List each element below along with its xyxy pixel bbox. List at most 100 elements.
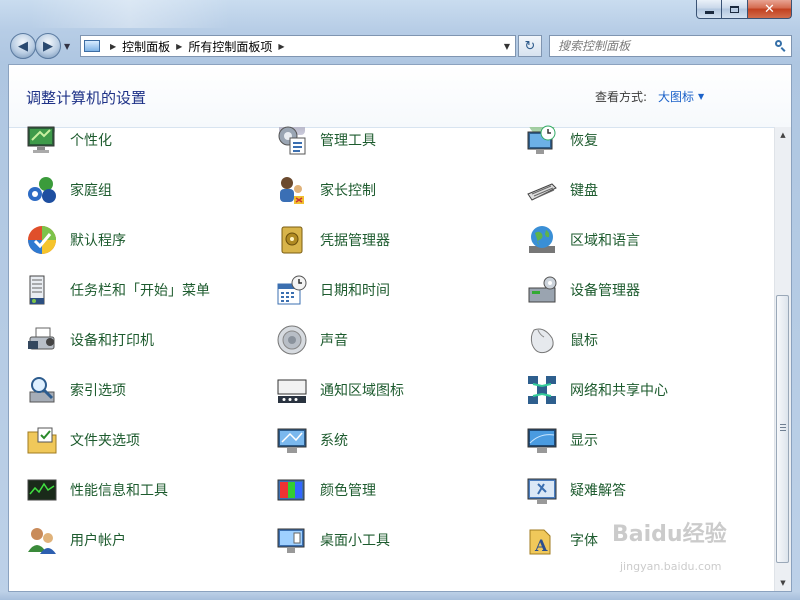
control-panel-item-label[interactable]: 设备和打印机	[70, 330, 154, 350]
search-icon[interactable]	[775, 40, 787, 52]
control-panel-item-label[interactable]: 家长控制	[320, 180, 376, 200]
indexing-options-icon[interactable]	[26, 374, 58, 406]
mouse-icon[interactable]	[526, 324, 558, 356]
control-panel-item-label[interactable]: 系统	[320, 430, 348, 450]
control-panel-item[interactable]: 显示	[526, 415, 766, 465]
control-panel-item-label[interactable]: 恢复	[570, 130, 598, 150]
control-panel-item-label[interactable]: 字体	[570, 530, 598, 550]
control-panel-item-label[interactable]: 通知区域图标	[320, 380, 404, 400]
network-sharing-icon[interactable]	[526, 374, 558, 406]
control-panel-item[interactable]: 日期和时间	[276, 265, 526, 315]
control-panel-item-label[interactable]: 键盘	[570, 180, 598, 200]
control-panel-item[interactable]: 桌面小工具	[276, 515, 526, 565]
display-icon[interactable]	[526, 424, 558, 456]
control-panel-item-label[interactable]: 桌面小工具	[320, 530, 390, 550]
control-panel-item[interactable]: 管理工具	[276, 115, 526, 165]
control-panel-item-label[interactable]: 凭据管理器	[320, 230, 390, 250]
search-input[interactable]	[558, 39, 768, 53]
control-panel-item-label[interactable]: 显示	[570, 430, 598, 450]
control-panel-item-label[interactable]: 索引选项	[70, 380, 126, 400]
control-panel-item-label[interactable]: 默认程序	[70, 230, 126, 250]
date-time-icon[interactable]	[276, 274, 308, 306]
view-mode-value[interactable]: 大图标	[658, 88, 694, 105]
admin-tools-icon[interactable]	[276, 124, 308, 156]
personalization-icon[interactable]	[26, 124, 58, 156]
chevron-down-icon[interactable]: ▼	[698, 92, 704, 101]
region-language-icon[interactable]	[526, 224, 558, 256]
address-bar[interactable]: ▶ 控制面板 ▶ 所有控制面板项 ▶ ▼	[80, 35, 516, 57]
control-panel-item[interactable]: 恢复	[526, 115, 766, 165]
control-panel-item-label[interactable]: 用户帐户	[70, 530, 126, 550]
scroll-up-icon[interactable]: ▲	[775, 127, 791, 143]
control-panel-item-label[interactable]: 区域和语言	[570, 230, 640, 250]
control-panel-item[interactable]: 区域和语言	[526, 215, 766, 265]
performance-icon[interactable]	[26, 474, 58, 506]
control-panel-item[interactable]: 疑难解答	[526, 465, 766, 515]
recent-pages-dropdown[interactable]: ▼	[64, 42, 70, 51]
breadcrumb-all-items[interactable]: 所有控制面板项	[188, 38, 272, 55]
control-panel-item[interactable]: 个性化	[26, 115, 276, 165]
refresh-button[interactable]: ↻	[518, 35, 542, 57]
control-panel-item-label[interactable]: 颜色管理	[320, 480, 376, 500]
user-accounts-icon[interactable]	[26, 524, 58, 556]
control-panel-item[interactable]: 用户帐户	[26, 515, 276, 565]
vertical-scrollbar[interactable]: ▲ ▼	[774, 127, 791, 591]
breadcrumb-separator-icon[interactable]: ▶	[278, 42, 284, 51]
desktop-gadgets-icon[interactable]	[276, 524, 308, 556]
control-panel-item-label[interactable]: 鼠标	[570, 330, 598, 350]
control-panel-item[interactable]: 键盘	[526, 165, 766, 215]
keyboard-icon[interactable]	[526, 174, 558, 206]
breadcrumb-control-panel[interactable]: 控制面板	[122, 38, 170, 55]
sound-icon[interactable]	[276, 324, 308, 356]
control-panel-item-label[interactable]: 网络和共享中心	[570, 380, 668, 400]
control-panel-item[interactable]: 性能信息和工具	[26, 465, 276, 515]
fonts-icon[interactable]: A	[526, 524, 558, 556]
color-management-icon[interactable]	[276, 474, 308, 506]
control-panel-item-label[interactable]: 家庭组	[70, 180, 112, 200]
control-panel-item[interactable]: 任务栏和「开始」菜单	[26, 265, 276, 315]
view-mode-dropdown[interactable]: 大图标 ▼	[658, 88, 704, 105]
device-manager-icon[interactable]	[526, 274, 558, 306]
minimize-button[interactable]	[696, 0, 722, 19]
control-panel-item-label[interactable]: 性能信息和工具	[70, 480, 168, 500]
default-programs-icon[interactable]	[26, 224, 58, 256]
control-panel-item-label[interactable]: 设备管理器	[570, 280, 640, 300]
notification-area-icon[interactable]	[276, 374, 308, 406]
control-panel-item[interactable]: 声音	[276, 315, 526, 365]
control-panel-item[interactable]: 文件夹选项	[26, 415, 276, 465]
breadcrumb-separator-icon[interactable]: ▶	[110, 42, 116, 51]
maximize-button[interactable]	[722, 0, 748, 19]
control-panel-item-label[interactable]: 日期和时间	[320, 280, 390, 300]
devices-printers-icon[interactable]	[26, 324, 58, 356]
control-panel-item-label[interactable]: 文件夹选项	[70, 430, 140, 450]
control-panel-item[interactable]: 默认程序	[26, 215, 276, 265]
control-panel-item[interactable]: 设备和打印机	[26, 315, 276, 365]
forward-button[interactable]: ▶	[35, 33, 61, 59]
control-panel-item-label[interactable]: 疑难解答	[570, 480, 626, 500]
taskbar-start-icon[interactable]	[26, 274, 58, 306]
troubleshooting-icon[interactable]	[526, 474, 558, 506]
recovery-icon[interactable]	[526, 124, 558, 156]
scroll-down-icon[interactable]: ▼	[775, 575, 791, 591]
control-panel-item[interactable]: 家长控制	[276, 165, 526, 215]
control-panel-item[interactable]: 凭据管理器	[276, 215, 526, 265]
control-panel-item[interactable]: 系统	[276, 415, 526, 465]
parental-controls-icon[interactable]	[276, 174, 308, 206]
control-panel-item[interactable]: 通知区域图标	[276, 365, 526, 415]
control-panel-item[interactable]: 鼠标	[526, 315, 766, 365]
credential-manager-icon[interactable]	[276, 224, 308, 256]
control-panel-item-label[interactable]: 个性化	[70, 130, 112, 150]
scroll-thumb[interactable]	[776, 295, 789, 563]
control-panel-item-label[interactable]: 管理工具	[320, 130, 376, 150]
address-dropdown-icon[interactable]: ▼	[504, 42, 510, 51]
control-panel-item-label[interactable]: 声音	[320, 330, 348, 350]
control-panel-item[interactable]: 设备管理器	[526, 265, 766, 315]
homegroup-icon[interactable]	[26, 174, 58, 206]
control-panel-item[interactable]: 颜色管理	[276, 465, 526, 515]
folder-options-icon[interactable]	[26, 424, 58, 456]
control-panel-item[interactable]: 网络和共享中心	[526, 365, 766, 415]
control-panel-item[interactable]: 索引选项	[26, 365, 276, 415]
control-panel-item-label[interactable]: 任务栏和「开始」菜单	[70, 280, 210, 300]
back-button[interactable]: ◀	[10, 33, 36, 59]
breadcrumb-separator-icon[interactable]: ▶	[176, 42, 182, 51]
